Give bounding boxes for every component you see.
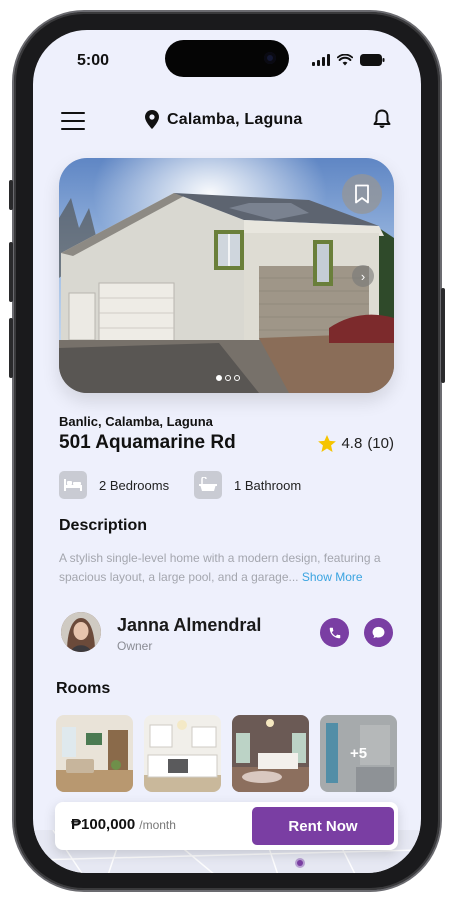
property-rating[interactable]: 4.8 (10) — [318, 435, 394, 452]
carousel-dot[interactable] — [225, 375, 231, 381]
property-image-carousel[interactable]: › — [59, 158, 394, 393]
top-bar: Calamba, Laguna — [33, 106, 421, 136]
location-pin-icon — [145, 110, 159, 129]
carousel-dot[interactable] — [216, 375, 222, 381]
owner-name: Janna Almendral — [117, 615, 262, 635]
chevron-right-icon[interactable]: › — [352, 265, 374, 287]
volume-up-button — [9, 242, 13, 302]
message-button[interactable] — [364, 618, 393, 647]
room-thumbnail[interactable] — [56, 715, 133, 792]
property-area: Banlic, Calamba, Laguna — [59, 414, 213, 429]
volume-down-button — [9, 318, 13, 378]
property-title: 501 Aquamarine Rd — [59, 432, 236, 453]
bathrooms-feature: 1 Bathroom — [194, 471, 301, 499]
star-icon — [318, 435, 337, 452]
status-icons — [312, 54, 385, 66]
app-screen: 5:00 Calamba, Laguna › Banlic, Calamba, … — [33, 30, 421, 873]
signal-icon — [312, 54, 330, 66]
bedrooms-label: 2 Bedrooms — [99, 477, 170, 493]
more-photos-count: +5 — [320, 715, 397, 792]
owner-role: Owner — [117, 639, 153, 653]
room-thumbnail[interactable] — [144, 715, 221, 792]
review-count: (10) — [367, 435, 394, 452]
room-thumbnail[interactable] — [232, 715, 309, 792]
chat-icon — [372, 626, 385, 639]
show-more-link[interactable]: Show More — [302, 570, 363, 584]
carousel-indicator — [216, 375, 240, 381]
bedrooms-feature: 2 Bedrooms — [59, 471, 169, 499]
bookmark-icon — [355, 184, 369, 204]
rooms-heading: Rooms — [56, 680, 111, 697]
bookmark-button[interactable] — [342, 174, 382, 214]
bathrooms-label: 1 Bathroom — [234, 477, 302, 493]
location-selector[interactable]: Calamba, Laguna — [145, 110, 302, 129]
map-marker[interactable] — [295, 858, 305, 868]
wifi-icon — [337, 54, 353, 66]
bed-icon — [59, 471, 87, 499]
price-period: /month — [139, 818, 176, 832]
carousel-dot[interactable] — [234, 375, 240, 381]
power-button — [441, 288, 445, 383]
dynamic-island — [165, 40, 289, 77]
call-button[interactable] — [320, 618, 349, 647]
price-amount: ₱100,000 — [71, 816, 136, 833]
price: ₱100,000/month — [71, 816, 176, 833]
description-text: A stylish single-level home with a moder… — [59, 549, 399, 587]
rent-now-button[interactable]: Rent Now — [252, 807, 394, 845]
bathtub-icon — [194, 471, 222, 499]
location-label: Calamba, Laguna — [167, 110, 303, 128]
status-time: 5:00 — [77, 52, 110, 69]
avatar[interactable] — [61, 612, 101, 652]
rooms-gallery: +5 — [56, 715, 397, 792]
menu-icon[interactable] — [61, 112, 85, 130]
phone-icon — [329, 627, 340, 638]
rating-value: 4.8 — [341, 435, 363, 452]
mute-switch — [9, 180, 13, 210]
description-heading: Description — [59, 517, 148, 534]
bell-icon[interactable] — [373, 109, 391, 129]
booking-bar: ₱100,000/month Rent Now — [55, 802, 398, 850]
camera-icon — [264, 52, 276, 64]
room-thumbnail[interactable]: +5 — [320, 715, 397, 792]
battery-icon — [360, 54, 385, 66]
